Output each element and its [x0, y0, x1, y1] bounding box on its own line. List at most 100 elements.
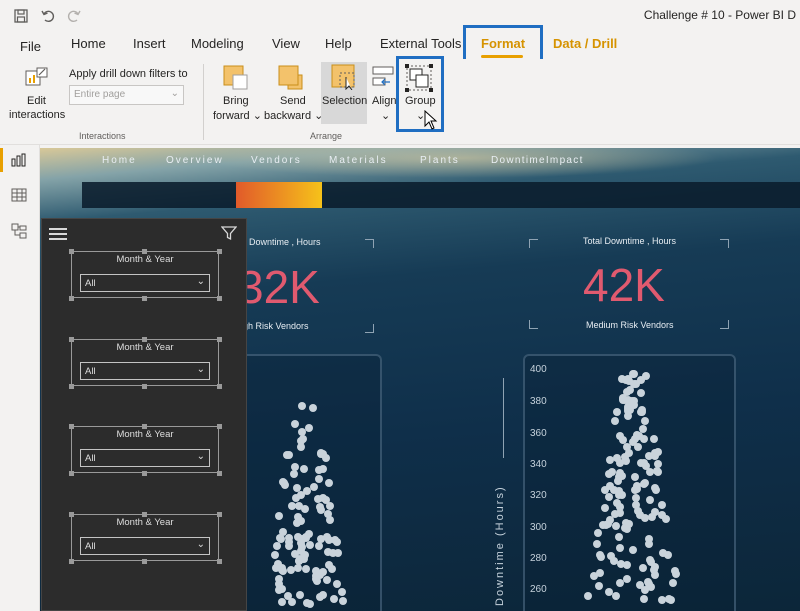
nav-downtime-impact[interactable]: DowntimeImpact: [491, 155, 584, 166]
resize-handle[interactable]: [69, 249, 74, 254]
month-year-slicer[interactable]: Month & Year All ⌄: [71, 251, 219, 298]
scatter-point: [613, 453, 622, 462]
tab-home[interactable]: Home: [71, 36, 106, 51]
slicer-dropdown[interactable]: All ⌄: [80, 449, 210, 467]
resize-handle[interactable]: [69, 337, 74, 342]
scatter-point: [286, 566, 295, 575]
data-view-icon[interactable]: [10, 188, 28, 206]
y-axis-line: [503, 378, 504, 458]
report-view-icon[interactable]: [10, 153, 28, 171]
resize-handle[interactable]: [142, 296, 147, 301]
resize-handle[interactable]: [217, 384, 222, 389]
resize-handle[interactable]: [142, 384, 147, 389]
chevron-down-icon: ⌄: [170, 88, 179, 99]
align-chevron-icon: ⌄: [381, 110, 391, 122]
resize-handle[interactable]: [217, 249, 222, 254]
resize-handle[interactable]: [142, 249, 147, 254]
window-title: Challenge # 10 - Power BI D: [643, 8, 796, 22]
nav-vendors[interactable]: Vendors: [251, 155, 302, 166]
month-year-slicer[interactable]: Month & Year All ⌄: [71, 514, 219, 561]
slicer-dropdown[interactable]: All ⌄: [80, 274, 210, 292]
model-view-icon[interactable]: [10, 223, 28, 241]
scatter-point: [617, 559, 625, 568]
scatter-point: [289, 469, 298, 478]
resize-handle[interactable]: [142, 471, 147, 476]
scatter-point: [301, 564, 310, 573]
scatter-point: [299, 464, 308, 473]
kpi-left-value: 32K: [238, 261, 320, 313]
view-rail: [0, 145, 40, 611]
scatter-point: [277, 584, 286, 593]
kpi-right-corner: [720, 239, 729, 248]
hamburger-menu-icon[interactable]: [49, 228, 67, 240]
chevron-down-icon: ⌄: [196, 276, 205, 287]
tab-help[interactable]: Help: [325, 36, 352, 51]
kpi-right-subtitle: Medium Risk Vendors: [586, 320, 674, 330]
resize-handle[interactable]: [142, 424, 147, 429]
scatter-point: [649, 434, 658, 443]
resize-handle[interactable]: [142, 337, 147, 342]
resize-handle[interactable]: [217, 337, 222, 342]
resize-handle[interactable]: [69, 296, 74, 301]
month-year-slicer[interactable]: Month & Year All ⌄: [71, 339, 219, 386]
scatter-point: [651, 485, 660, 494]
apply-drill-value: Entire page: [74, 89, 126, 100]
undo-icon[interactable]: [38, 6, 58, 26]
scatter-point: [322, 575, 331, 584]
kpi-right-corner: [529, 239, 538, 248]
nav-home[interactable]: Home: [102, 155, 137, 166]
resize-handle[interactable]: [142, 512, 147, 517]
nav-materials[interactable]: Materials: [329, 155, 388, 166]
resize-handle[interactable]: [217, 424, 222, 429]
scatter-point: [650, 562, 659, 571]
kpi-right-title: Total Downtime , Hours: [583, 236, 677, 246]
redo-icon[interactable]: [64, 6, 84, 26]
tab-insert[interactable]: Insert: [133, 36, 166, 51]
scatter-point: [628, 370, 637, 379]
scatter-point: [650, 508, 659, 516]
filter-funnel-icon[interactable]: [220, 225, 238, 245]
tab-view[interactable]: View: [272, 36, 300, 51]
scatter-point: [316, 449, 325, 458]
scatter-point: [606, 552, 615, 561]
resize-handle[interactable]: [69, 384, 74, 389]
resize-handle[interactable]: [142, 559, 147, 564]
resize-handle[interactable]: [69, 559, 74, 564]
scatter-point: [270, 550, 279, 559]
resize-handle[interactable]: [69, 512, 74, 517]
resize-handle[interactable]: [217, 559, 222, 564]
tab-external-tools[interactable]: External Tools: [380, 36, 461, 51]
y-axis-label: Downtime (Hours): [494, 485, 506, 606]
slicer-value: All: [85, 541, 96, 552]
resize-handle[interactable]: [217, 296, 222, 301]
mouse-cursor-icon: [424, 109, 438, 135]
resize-handle[interactable]: [69, 424, 74, 429]
scatter-point: [645, 468, 654, 477]
month-year-slicer[interactable]: Month & Year All ⌄: [71, 426, 219, 473]
kpi-right-corner: [529, 320, 538, 329]
scatter-point: [630, 472, 639, 481]
nav-plants[interactable]: Plants: [420, 155, 460, 166]
apply-drill-dropdown[interactable]: Entire page ⌄: [69, 85, 184, 105]
tab-data-drill[interactable]: Data / Drill: [553, 36, 617, 51]
save-icon[interactable]: [11, 6, 31, 26]
apply-drill-label: Apply drill down filters to: [69, 68, 188, 80]
resize-handle[interactable]: [217, 471, 222, 476]
slicer-dropdown[interactable]: All ⌄: [80, 362, 210, 380]
y-tick: 380: [530, 396, 547, 407]
tab-modeling[interactable]: Modeling: [191, 36, 244, 51]
slicer-dropdown[interactable]: All ⌄: [80, 537, 210, 555]
scatter-point: [631, 379, 640, 388]
resize-handle[interactable]: [69, 471, 74, 476]
scatter-point: [283, 592, 292, 601]
y-tick: 260: [530, 584, 547, 595]
nav-overview[interactable]: Overview: [166, 155, 224, 166]
scatter-point: [631, 500, 640, 509]
resize-handle[interactable]: [217, 512, 222, 517]
scatter-point: [294, 556, 303, 565]
tab-file[interactable]: File: [20, 39, 41, 54]
y-tick: 340: [530, 459, 547, 470]
scatter-point: [600, 485, 609, 494]
edit-interactions-label-2: interactions: [9, 109, 66, 121]
scatter-point: [595, 581, 603, 590]
